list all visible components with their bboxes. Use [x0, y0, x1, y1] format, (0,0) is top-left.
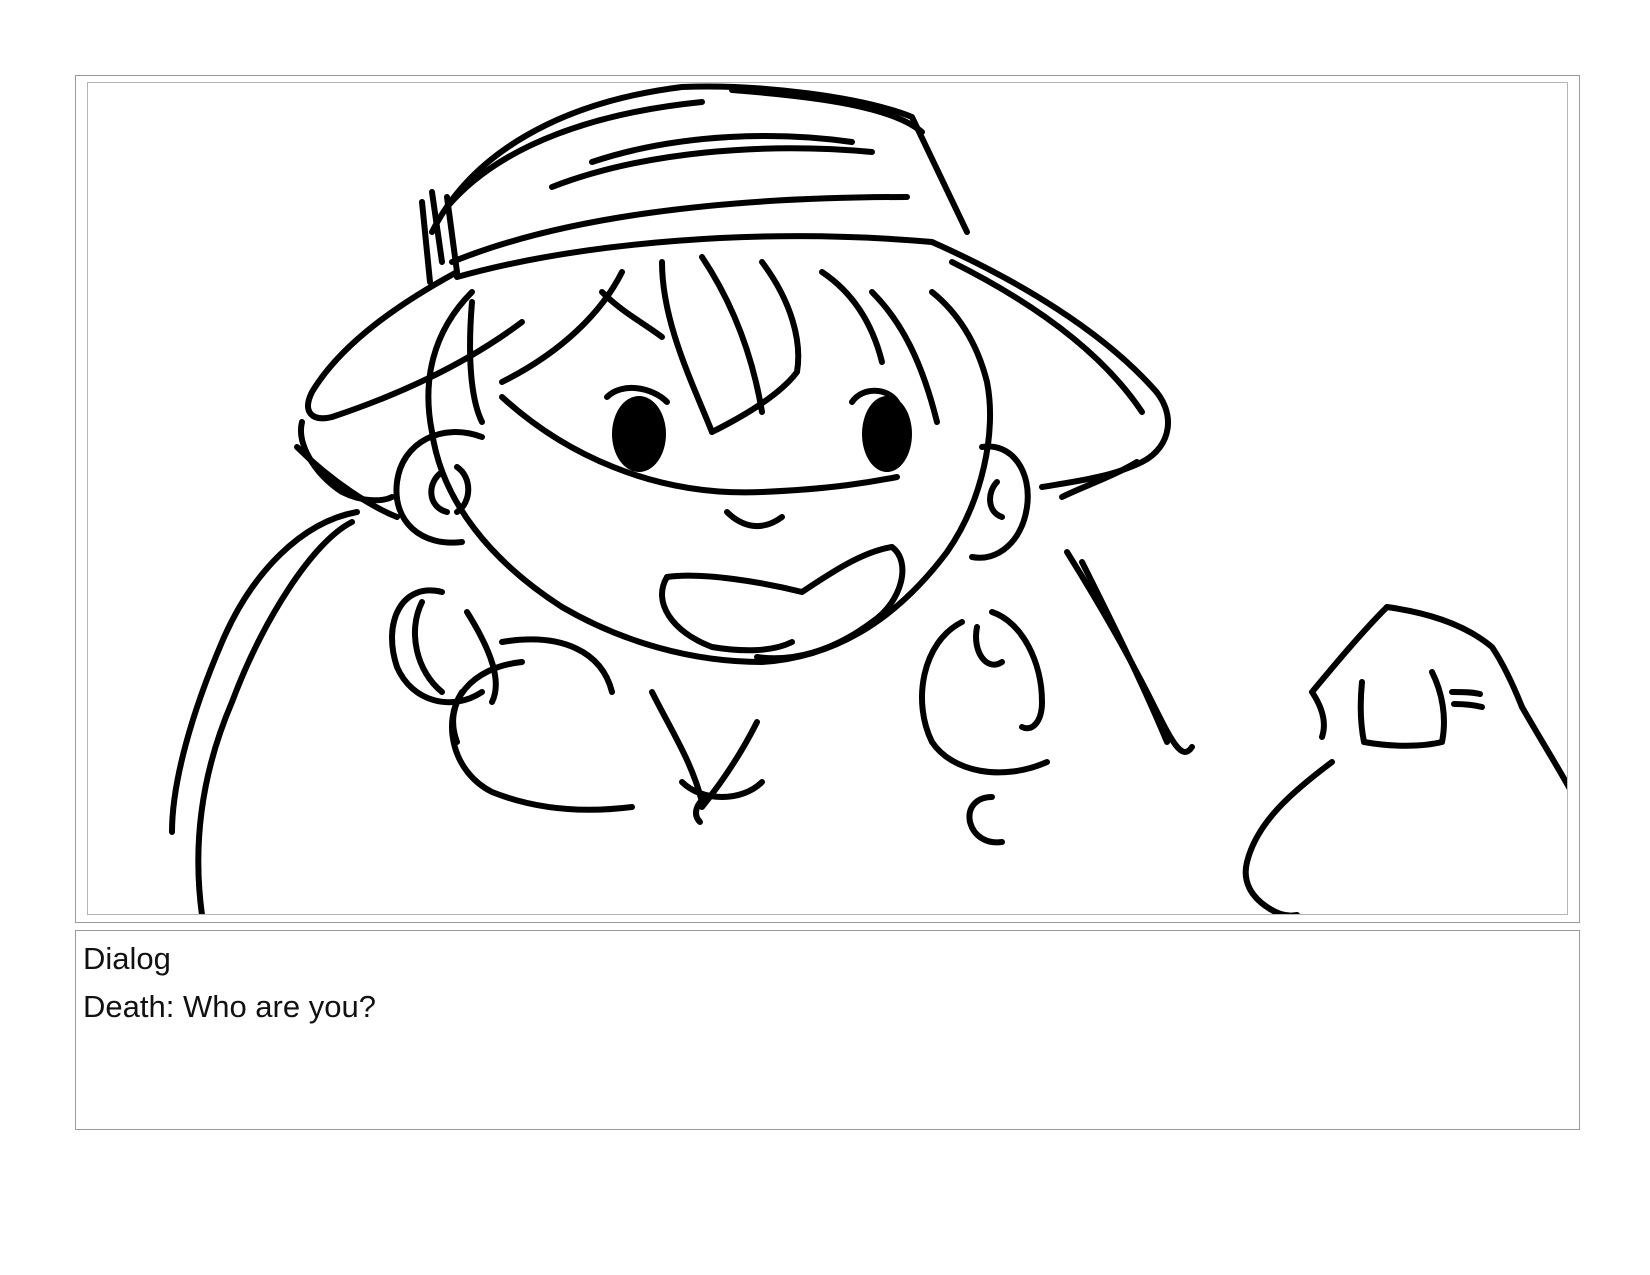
face-sketch: [393, 254, 1031, 665]
hand-sketch: [1242, 604, 1567, 914]
sketch-drawing: [169, 83, 1567, 914]
dialog-heading: Dialog: [83, 941, 171, 976]
dialog-panel: Dialog Death: Who are you?: [75, 930, 1580, 1130]
storyboard-frame: [75, 75, 1580, 923]
hat-sketch: [294, 83, 1171, 520]
dialog-text: Death: Who are you?: [83, 989, 376, 1024]
body-sketch: [169, 509, 1195, 914]
storyboard-panel: [87, 82, 1568, 915]
